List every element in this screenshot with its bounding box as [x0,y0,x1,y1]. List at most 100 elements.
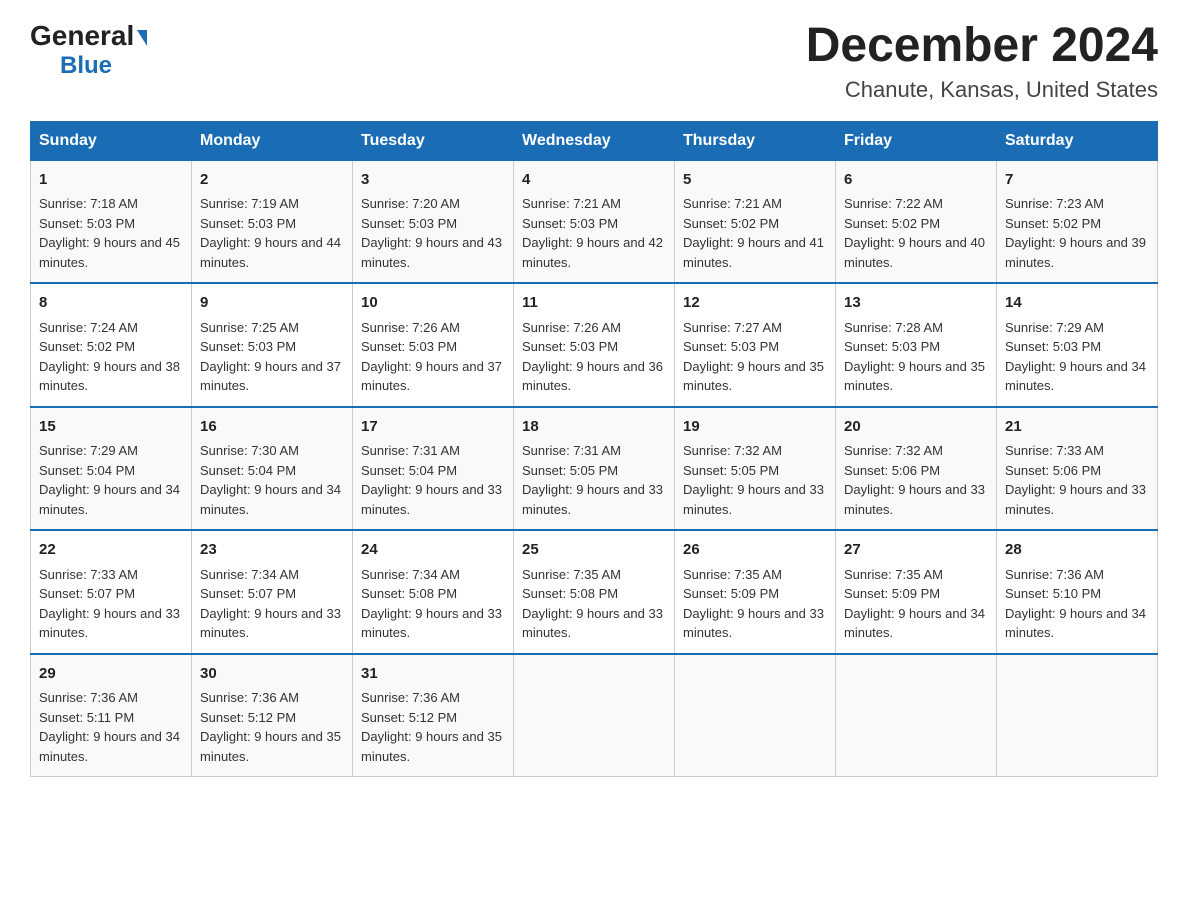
day-sunrise: Sunrise: 7:23 AM [1005,196,1104,211]
day-sunrise: Sunrise: 7:35 AM [522,567,621,582]
day-daylight: Daylight: 9 hours and 35 minutes. [200,729,341,764]
calendar-week-row: 22 Sunrise: 7:33 AM Sunset: 5:07 PM Dayl… [31,530,1158,654]
calendar-day-cell: 10 Sunrise: 7:26 AM Sunset: 5:03 PM Dayl… [353,283,514,407]
calendar-day-cell: 6 Sunrise: 7:22 AM Sunset: 5:02 PM Dayli… [836,160,997,283]
calendar-day-cell: 20 Sunrise: 7:32 AM Sunset: 5:06 PM Dayl… [836,407,997,531]
day-sunrise: Sunrise: 7:20 AM [361,196,460,211]
calendar-day-cell [997,654,1158,777]
day-sunset: Sunset: 5:03 PM [683,339,779,354]
day-sunrise: Sunrise: 7:33 AM [1005,443,1104,458]
day-sunset: Sunset: 5:03 PM [522,216,618,231]
calendar-day-cell: 1 Sunrise: 7:18 AM Sunset: 5:03 PM Dayli… [31,160,192,283]
day-sunset: Sunset: 5:02 PM [39,339,135,354]
day-number: 29 [39,663,183,686]
day-sunset: Sunset: 5:07 PM [39,586,135,601]
day-daylight: Daylight: 9 hours and 33 minutes. [1005,482,1146,517]
calendar-day-cell: 22 Sunrise: 7:33 AM Sunset: 5:07 PM Dayl… [31,530,192,654]
day-number: 5 [683,169,827,192]
day-number: 31 [361,663,505,686]
day-sunrise: Sunrise: 7:21 AM [522,196,621,211]
day-sunset: Sunset: 5:03 PM [844,339,940,354]
calendar-day-cell: 31 Sunrise: 7:36 AM Sunset: 5:12 PM Dayl… [353,654,514,777]
day-daylight: Daylight: 9 hours and 35 minutes. [361,729,502,764]
day-daylight: Daylight: 9 hours and 40 minutes. [844,235,985,270]
calendar-day-cell: 29 Sunrise: 7:36 AM Sunset: 5:11 PM Dayl… [31,654,192,777]
day-sunrise: Sunrise: 7:35 AM [844,567,943,582]
calendar-day-cell: 11 Sunrise: 7:26 AM Sunset: 5:03 PM Dayl… [514,283,675,407]
day-daylight: Daylight: 9 hours and 34 minutes. [39,482,180,517]
day-sunrise: Sunrise: 7:32 AM [683,443,782,458]
day-sunrise: Sunrise: 7:33 AM [39,567,138,582]
day-daylight: Daylight: 9 hours and 38 minutes. [39,359,180,394]
calendar-day-cell: 21 Sunrise: 7:33 AM Sunset: 5:06 PM Dayl… [997,407,1158,531]
logo-general: General [30,20,147,51]
day-sunset: Sunset: 5:02 PM [844,216,940,231]
day-daylight: Daylight: 9 hours and 42 minutes. [522,235,663,270]
day-sunset: Sunset: 5:07 PM [200,586,296,601]
day-number: 21 [1005,416,1149,439]
day-sunset: Sunset: 5:05 PM [522,463,618,478]
day-daylight: Daylight: 9 hours and 44 minutes. [200,235,341,270]
day-sunrise: Sunrise: 7:36 AM [200,690,299,705]
logo-text: General [30,20,147,52]
day-daylight: Daylight: 9 hours and 33 minutes. [200,606,341,641]
day-daylight: Daylight: 9 hours and 35 minutes. [844,359,985,394]
day-daylight: Daylight: 9 hours and 41 minutes. [683,235,824,270]
day-sunrise: Sunrise: 7:27 AM [683,320,782,335]
header-sunday: Sunday [31,121,192,160]
day-sunset: Sunset: 5:06 PM [1005,463,1101,478]
day-sunrise: Sunrise: 7:18 AM [39,196,138,211]
day-number: 24 [361,539,505,562]
day-daylight: Daylight: 9 hours and 33 minutes. [361,482,502,517]
day-sunrise: Sunrise: 7:31 AM [522,443,621,458]
day-sunset: Sunset: 5:03 PM [200,339,296,354]
calendar-day-cell: 13 Sunrise: 7:28 AM Sunset: 5:03 PM Dayl… [836,283,997,407]
day-number: 19 [683,416,827,439]
header-wednesday: Wednesday [514,121,675,160]
day-number: 13 [844,292,988,315]
day-number: 28 [1005,539,1149,562]
calendar-week-row: 8 Sunrise: 7:24 AM Sunset: 5:02 PM Dayli… [31,283,1158,407]
day-number: 25 [522,539,666,562]
day-sunrise: Sunrise: 7:26 AM [522,320,621,335]
calendar-day-cell: 17 Sunrise: 7:31 AM Sunset: 5:04 PM Dayl… [353,407,514,531]
day-daylight: Daylight: 9 hours and 33 minutes. [361,606,502,641]
calendar-title-block: December 2024 Chanute, Kansas, United St… [806,20,1158,103]
day-sunset: Sunset: 5:03 PM [39,216,135,231]
header-thursday: Thursday [675,121,836,160]
day-sunset: Sunset: 5:10 PM [1005,586,1101,601]
calendar-day-cell: 2 Sunrise: 7:19 AM Sunset: 5:03 PM Dayli… [192,160,353,283]
calendar-day-cell: 7 Sunrise: 7:23 AM Sunset: 5:02 PM Dayli… [997,160,1158,283]
calendar-day-cell: 18 Sunrise: 7:31 AM Sunset: 5:05 PM Dayl… [514,407,675,531]
calendar-week-row: 1 Sunrise: 7:18 AM Sunset: 5:03 PM Dayli… [31,160,1158,283]
day-sunset: Sunset: 5:02 PM [1005,216,1101,231]
day-number: 10 [361,292,505,315]
header-saturday: Saturday [997,121,1158,160]
day-daylight: Daylight: 9 hours and 33 minutes. [522,606,663,641]
day-daylight: Daylight: 9 hours and 33 minutes. [522,482,663,517]
logo-blue-row: Blue [30,52,112,80]
day-daylight: Daylight: 9 hours and 34 minutes. [1005,359,1146,394]
day-sunrise: Sunrise: 7:32 AM [844,443,943,458]
day-number: 30 [200,663,344,686]
day-number: 27 [844,539,988,562]
day-number: 2 [200,169,344,192]
calendar-day-cell: 25 Sunrise: 7:35 AM Sunset: 5:08 PM Dayl… [514,530,675,654]
calendar-day-cell: 12 Sunrise: 7:27 AM Sunset: 5:03 PM Dayl… [675,283,836,407]
day-sunrise: Sunrise: 7:29 AM [39,443,138,458]
header-friday: Friday [836,121,997,160]
day-sunset: Sunset: 5:11 PM [39,710,134,725]
page-header: General Blue December 2024 Chanute, Kans… [30,20,1158,103]
day-daylight: Daylight: 9 hours and 43 minutes. [361,235,502,270]
day-sunset: Sunset: 5:12 PM [200,710,296,725]
day-sunrise: Sunrise: 7:36 AM [361,690,460,705]
calendar-day-cell: 28 Sunrise: 7:36 AM Sunset: 5:10 PM Dayl… [997,530,1158,654]
day-number: 20 [844,416,988,439]
day-sunrise: Sunrise: 7:35 AM [683,567,782,582]
day-sunset: Sunset: 5:03 PM [522,339,618,354]
day-sunset: Sunset: 5:03 PM [361,339,457,354]
day-number: 4 [522,169,666,192]
day-sunrise: Sunrise: 7:19 AM [200,196,299,211]
calendar-day-cell [514,654,675,777]
day-number: 22 [39,539,183,562]
